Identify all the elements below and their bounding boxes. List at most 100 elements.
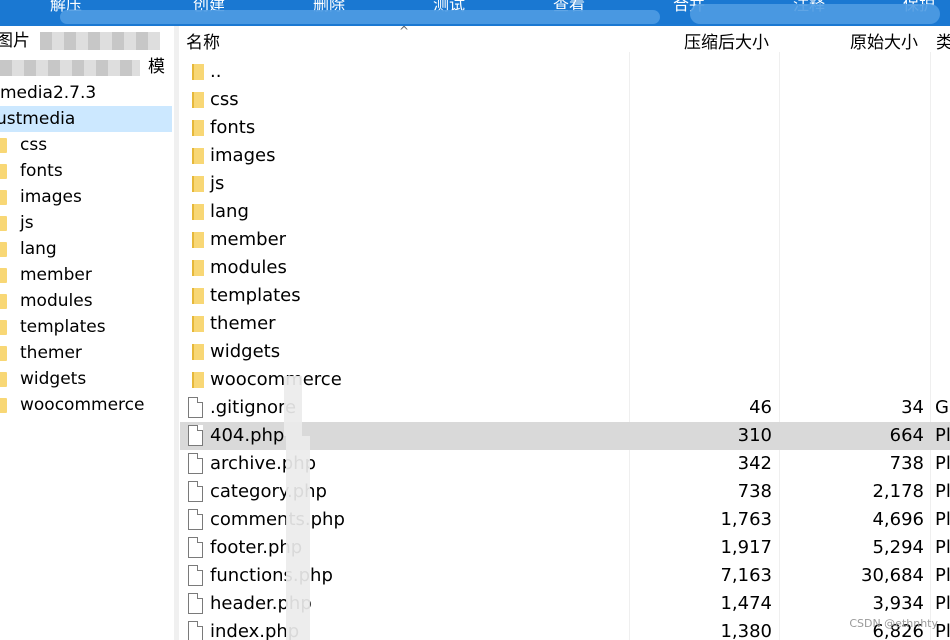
folder-row[interactable]: fonts [180, 114, 950, 142]
file-name: js [210, 170, 224, 198]
folder-row[interactable]: js [180, 170, 950, 198]
original-size: 34 [901, 394, 924, 422]
file-icon [188, 425, 203, 446]
tree-item-css[interactable]: css [0, 132, 172, 158]
column-header-name[interactable]: 名称 [186, 28, 220, 53]
folder-icon [0, 268, 7, 283]
tree-item-label: woocommerce [20, 392, 144, 418]
file-icon [188, 537, 203, 558]
name-redaction [286, 436, 310, 640]
folder-icon [0, 190, 7, 205]
file-name: themer [210, 310, 276, 338]
original-size: 738 [890, 450, 924, 478]
folder-row[interactable]: lang [180, 198, 950, 226]
tree-item-member[interactable]: member [0, 262, 172, 288]
file-name: fonts [210, 114, 255, 142]
tree-item-label: fonts [20, 158, 63, 184]
compressed-size: 46 [749, 394, 772, 422]
tree-item-label: templates [20, 314, 106, 340]
original-size: 2,178 [872, 478, 924, 506]
file-type: Pl [935, 422, 950, 450]
tree-redaction [40, 32, 160, 50]
folder-row[interactable]: .. [180, 58, 950, 86]
column-header-compressed-size[interactable]: 压缩后大小 [684, 28, 769, 53]
toolbar: 解压 创建 删除 测试 查看 合并 注释 保护 [0, 0, 950, 26]
tree-item-root-2[interactable]: 模 [0, 54, 172, 80]
tree-item-selected[interactable]: ustmedia [0, 106, 172, 132]
toolbar-redaction [60, 10, 660, 24]
tree-item-label: 模 [148, 54, 165, 80]
compressed-size: 1,380 [720, 618, 772, 640]
folder-icon [0, 398, 7, 413]
folder-icon [0, 346, 7, 361]
folder-row[interactable]: modules [180, 254, 950, 282]
tree-item-modules[interactable]: modules [0, 288, 172, 314]
tree-splitter[interactable] [174, 26, 179, 640]
tree-item-themer[interactable]: themer [0, 340, 172, 366]
file-list: 名称 ^ 压缩后大小 原始大小 类 ..cssfontsimagesjslang… [180, 26, 950, 640]
file-type: Pl [935, 478, 950, 506]
file-type: Pl [935, 506, 950, 534]
folder-row[interactable]: templates [180, 282, 950, 310]
compressed-size: 738 [738, 478, 772, 506]
folder-icon [0, 216, 7, 231]
file-name: functions.php [210, 562, 333, 590]
folder-icon [192, 64, 204, 80]
folder-icon [192, 204, 204, 220]
folder-row[interactable]: member [180, 226, 950, 254]
tree-item-templates[interactable]: templates [0, 314, 172, 340]
tree-item-woocommerce[interactable]: woocommerce [0, 392, 172, 418]
tree-item-root-1[interactable]: 图片 [0, 28, 172, 54]
file-name: images [210, 142, 275, 170]
file-type: Pl [935, 590, 950, 618]
file-icon [188, 397, 203, 418]
tree-item-label: ustmedia [0, 106, 75, 132]
column-header-original-size[interactable]: 原始大小 [850, 28, 918, 53]
folder-row[interactable]: widgets [180, 338, 950, 366]
tree-item-images[interactable]: images [0, 184, 172, 210]
name-redaction [284, 376, 302, 436]
folder-icon [192, 120, 204, 136]
sort-ascending-icon: ^ [399, 26, 409, 38]
folder-icon [192, 260, 204, 276]
file-name: member [210, 226, 286, 254]
original-size: 30,684 [861, 562, 924, 590]
tree-item-label: css [20, 132, 47, 158]
file-name: .. [210, 58, 221, 86]
tree-item-label: widgets [20, 366, 86, 392]
tree-item-widgets[interactable]: widgets [0, 366, 172, 392]
tree-item-root-3[interactable]: media2.7.3 [0, 80, 172, 106]
folder-row[interactable]: images [180, 142, 950, 170]
file-icon [188, 453, 203, 474]
file-icon [188, 509, 203, 530]
file-name: woocommerce [210, 366, 342, 394]
tree-item-js[interactable]: js [0, 210, 172, 236]
folder-icon [0, 242, 7, 257]
tree-item-label: js [20, 210, 34, 236]
folder-icon [0, 320, 7, 335]
tree-redaction [0, 60, 140, 76]
file-name: modules [210, 254, 287, 282]
file-icon [188, 593, 203, 614]
original-size: 664 [890, 422, 924, 450]
tree-item-lang[interactable]: lang [0, 236, 172, 262]
tree-item-label: 图片 [0, 28, 30, 54]
folder-icon [192, 92, 204, 108]
compressed-size: 1,474 [720, 590, 772, 618]
tree-item-fonts[interactable]: fonts [0, 158, 172, 184]
original-size: 5,294 [872, 534, 924, 562]
watermark: CSDN @ethnhty [849, 617, 938, 630]
folder-tree: 图片 模 media2.7.3 ustmedia css fonts image… [0, 26, 174, 640]
tree-item-label: lang [20, 236, 57, 262]
file-icon [188, 481, 203, 502]
compressed-size: 342 [738, 450, 772, 478]
folder-row[interactable]: css [180, 86, 950, 114]
original-size: 4,696 [872, 506, 924, 534]
file-type: Pl [935, 450, 950, 478]
folder-row[interactable]: themer [180, 310, 950, 338]
folder-icon [192, 344, 204, 360]
compressed-size: 1,917 [720, 534, 772, 562]
column-header-type[interactable]: 类 [936, 28, 950, 53]
compressed-size: 7,163 [720, 562, 772, 590]
file-name: 404.php [210, 422, 284, 450]
